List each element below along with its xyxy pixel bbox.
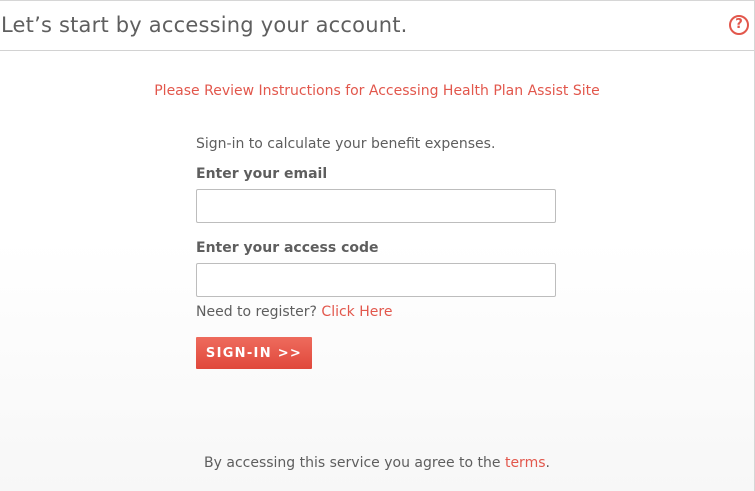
access-code-label: Enter your access code bbox=[196, 240, 379, 256]
register-link[interactable]: Click Here bbox=[321, 304, 392, 320]
terms-suffix: . bbox=[545, 455, 550, 471]
email-field[interactable] bbox=[196, 189, 556, 223]
page-header: Let’s start by accessing your account. ? bbox=[0, 1, 754, 51]
email-label: Enter your email bbox=[196, 166, 328, 182]
access-code-field[interactable] bbox=[196, 263, 556, 297]
register-line: Need to register? Click Here bbox=[196, 304, 392, 320]
page-title: Let’s start by accessing your account. bbox=[1, 13, 408, 37]
form-subtitle: Sign-in to calculate your benefit expens… bbox=[196, 136, 496, 152]
register-prompt: Need to register? bbox=[196, 304, 317, 320]
terms-notice: By accessing this service you agree to t… bbox=[0, 455, 754, 471]
login-page: Let’s start by accessing your account. ?… bbox=[0, 0, 755, 491]
instructions-link[interactable]: Please Review Instructions for Accessing… bbox=[0, 83, 754, 99]
signin-button[interactable]: SIGN-IN >> bbox=[196, 337, 312, 369]
question-circle-icon[interactable]: ? bbox=[729, 15, 749, 35]
terms-link[interactable]: terms bbox=[505, 455, 546, 471]
terms-prefix: By accessing this service you agree to t… bbox=[204, 455, 501, 471]
